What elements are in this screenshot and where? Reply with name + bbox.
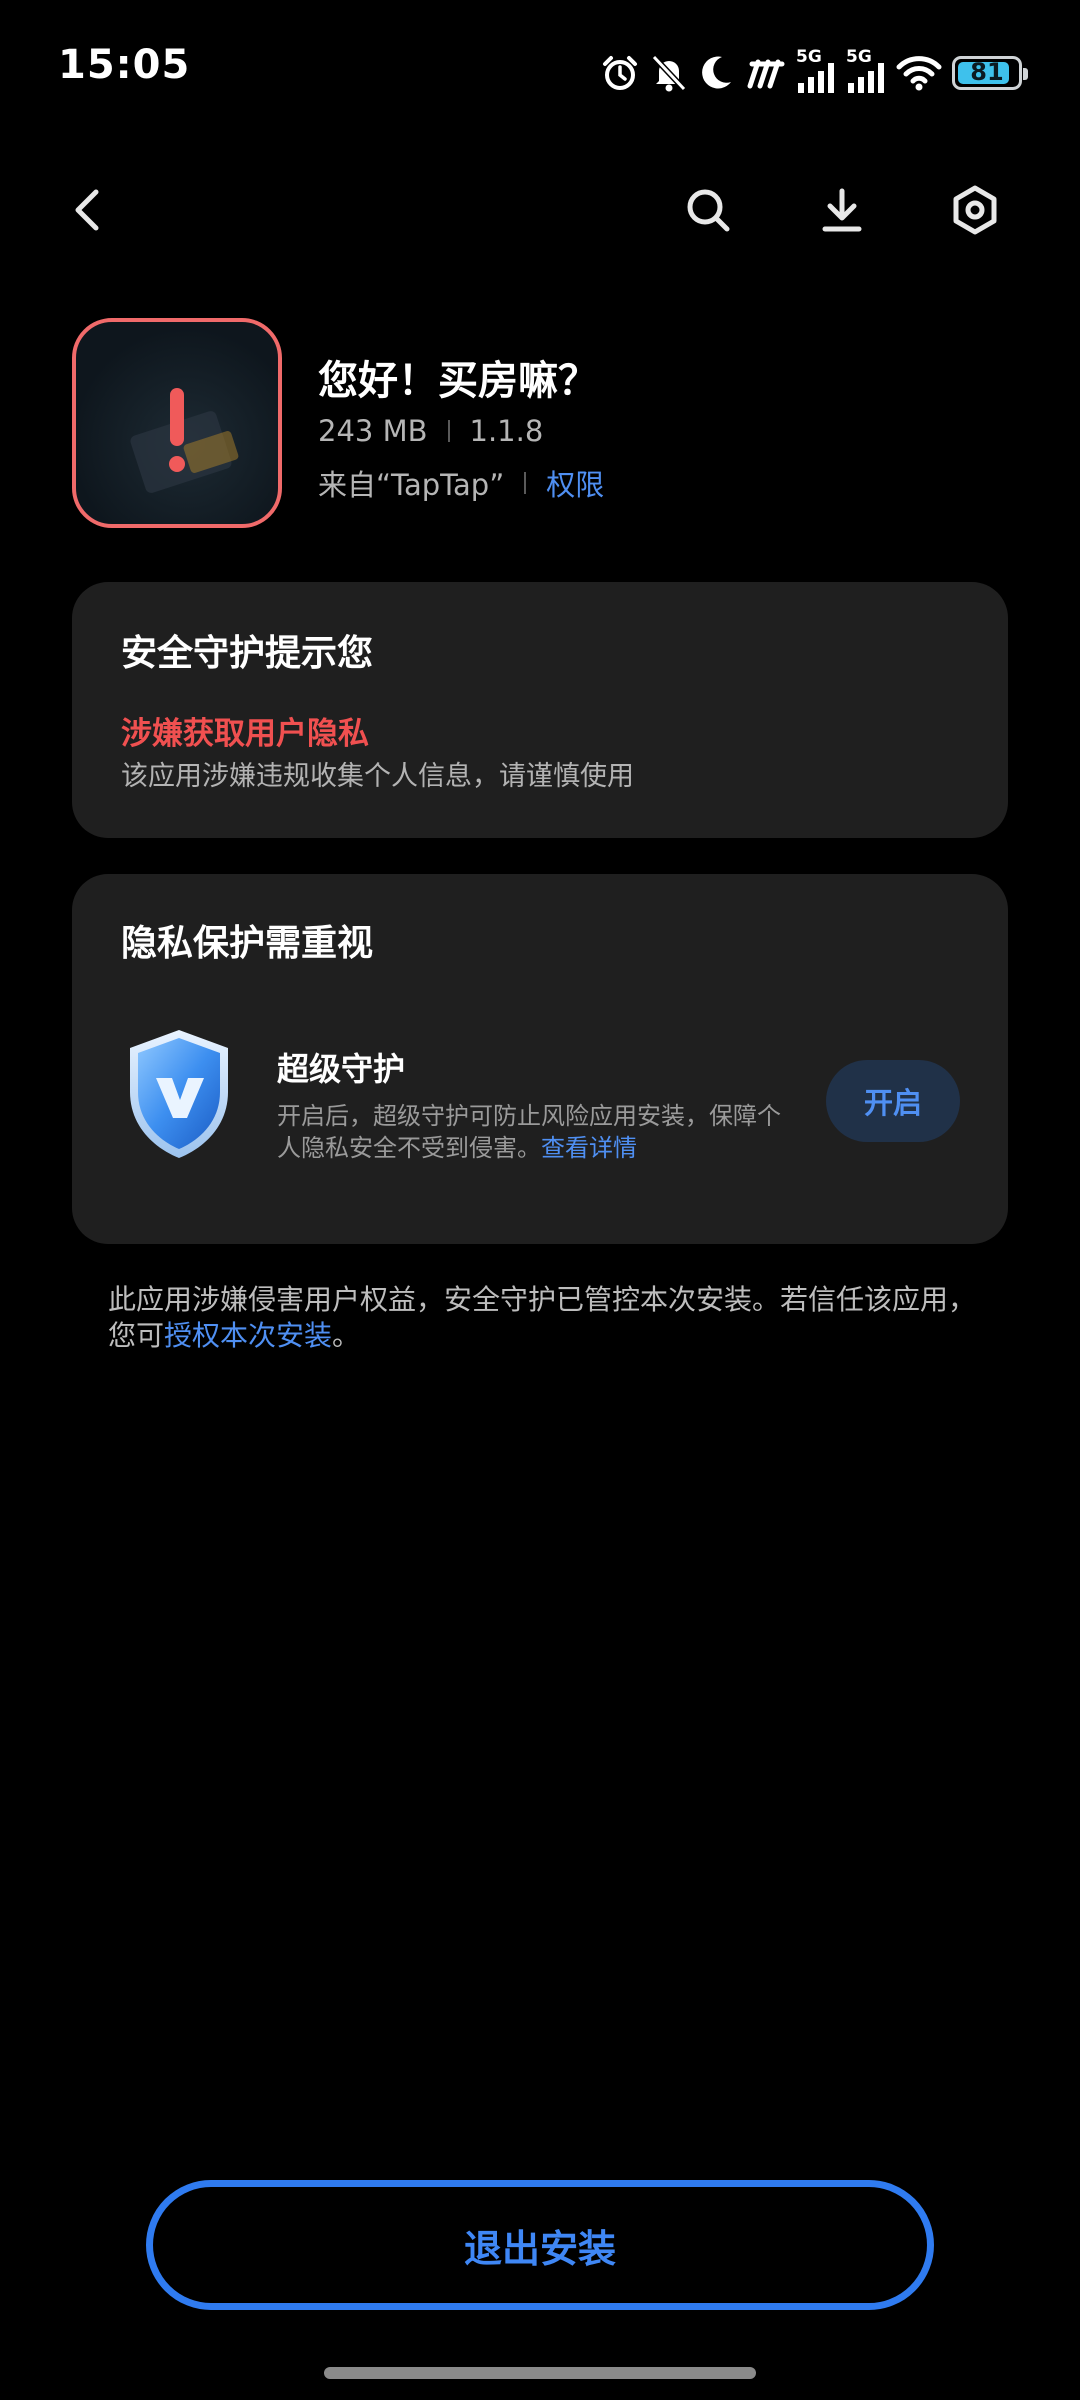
signal-5g-icon: 5G — [796, 47, 836, 95]
wifi-icon — [896, 56, 942, 91]
app-size: 243 MB — [318, 414, 428, 448]
privacy-card: 隐私保护需重视 超级守护 开启后，超级守护可防止风险应用安装，保障个人隐私安全不… — [72, 874, 1008, 1244]
battery-icon: 81 — [952, 56, 1028, 90]
search-icon — [687, 189, 730, 232]
battery-level: 81 — [970, 58, 1004, 86]
back-button[interactable] — [48, 170, 128, 250]
privacy-card-title: 隐私保护需重视 — [121, 923, 374, 964]
status-time: 15:05 — [58, 42, 191, 88]
mute-icon — [651, 54, 687, 92]
view-details-link[interactable]: 查看详情 — [541, 1134, 637, 1162]
warning-title: 涉嫌获取用户隐私 — [121, 716, 369, 752]
enable-button[interactable]: 开启 — [826, 1060, 960, 1142]
search-button[interactable] — [668, 170, 748, 250]
screen: 15:05 5G 5G 81 您好！买房嘛？ 243 MB 1.1.8 来自“T… — [0, 0, 1080, 2400]
app-version: 1.1.8 — [469, 414, 544, 448]
security-card: 安全守护提示您 涉嫌获取用户隐私 该应用涉嫌违规收集个人信息，请谨慎使用 — [72, 582, 1008, 838]
feature-title: 超级守护 — [277, 1050, 406, 1088]
download-icon — [822, 188, 862, 232]
authorize-install-link[interactable]: 授权本次安装 — [164, 1319, 332, 1352]
signal-5g-icon: 5G — [846, 47, 886, 95]
home-indicator[interactable] — [324, 2367, 756, 2379]
install-notice: 此应用涉嫌侵害用户权益，安全守护已管控本次安装。若信任该应用，您可授权本次安装。 — [108, 1283, 977, 1352]
settings-icon — [953, 185, 997, 235]
warning-description: 该应用涉嫌违规收集个人信息，请谨慎使用 — [121, 761, 634, 792]
app-name: 您好！买房嘛？ — [318, 358, 598, 404]
exit-install-button[interactable]: 退出安装 — [146, 2180, 934, 2310]
download-button[interactable] — [802, 170, 882, 250]
status-icons: 5G 5G 81 — [600, 47, 1028, 98]
settings-button[interactable] — [935, 170, 1015, 250]
app-header: 您好！买房嘛？ 243 MB 1.1.8 来自“TapTap” 权限 — [72, 318, 1008, 528]
app-source: 来自“TapTap” — [318, 468, 505, 502]
app-icon — [72, 318, 282, 528]
hd-icon — [747, 59, 785, 89]
warning-exclamation-icon — [170, 388, 184, 446]
toolbar — [0, 170, 1080, 250]
shield-icon — [130, 1030, 228, 1158]
back-icon — [75, 189, 99, 231]
permissions-link[interactable]: 权限 — [546, 462, 604, 504]
status-bar: 15:05 5G 5G 81 — [0, 0, 1080, 140]
app-source-row: 来自“TapTap” 权限 — [318, 462, 604, 504]
app-meta: 243 MB 1.1.8 — [318, 414, 543, 448]
feature-description: 开启后，超级守护可防止风险应用安装，保障个人隐私安全不受到侵害。查看详情 — [277, 1102, 781, 1162]
security-card-title: 安全守护提示您 — [121, 633, 374, 674]
moon-icon — [702, 56, 731, 89]
alarm-icon — [603, 56, 637, 90]
